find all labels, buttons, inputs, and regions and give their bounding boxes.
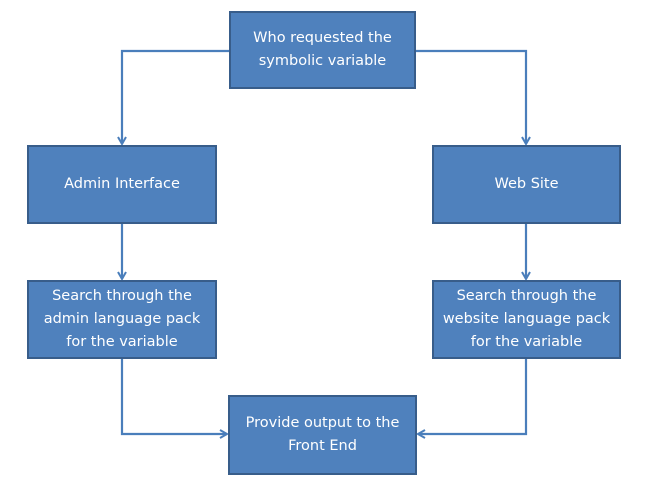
edge-search-admin-to-output [120, 359, 227, 434]
node-search-admin-pack: Search through the admin language pack f… [27, 280, 217, 359]
node-admin-interface: Admin Interface [27, 145, 217, 224]
node-web-site: Web Site [432, 145, 621, 224]
edge-search-web-to-output [418, 359, 528, 434]
edge-top-to-admin [122, 49, 229, 144]
edge-top-to-web [416, 49, 526, 144]
node-who-requested: Who requested the symbolic variable [229, 11, 416, 89]
node-provide-output: Provide output to the Front End [228, 395, 417, 475]
node-search-website-pack: Search through the website language pack… [432, 280, 621, 359]
